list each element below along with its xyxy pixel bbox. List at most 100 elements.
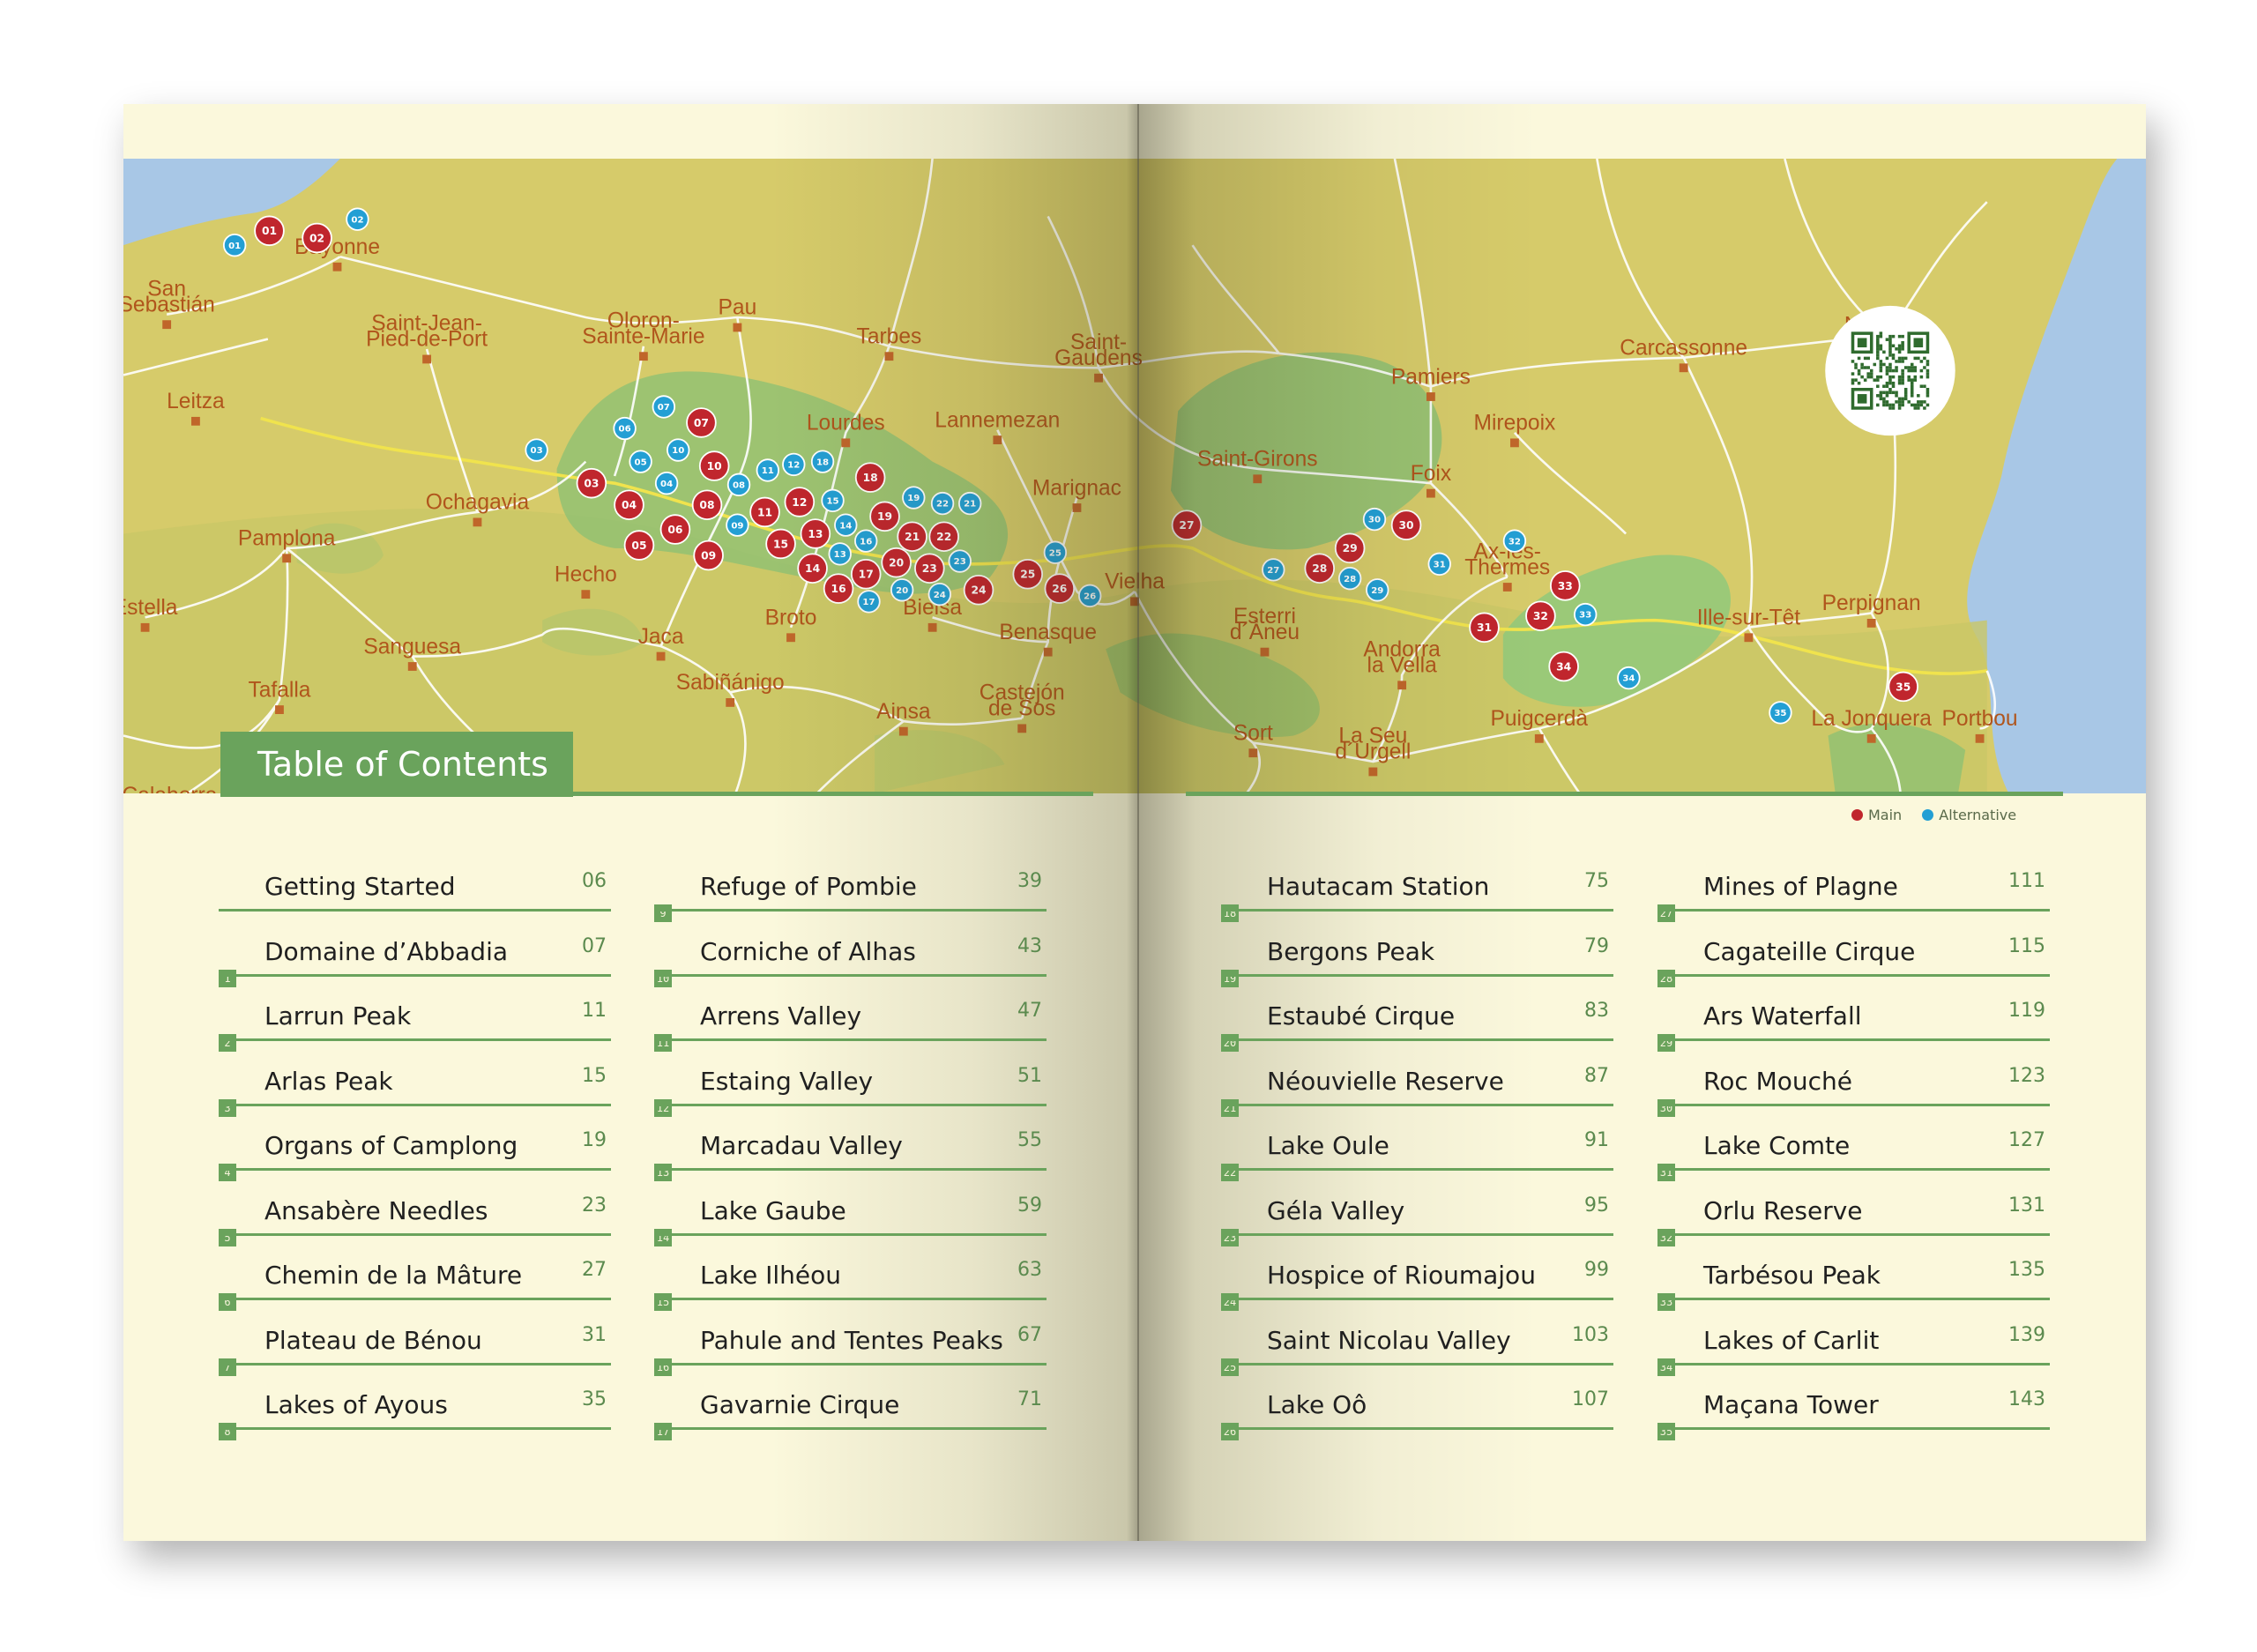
alternative-marker[interactable]: 35 bbox=[1769, 701, 1792, 725]
toc-entry[interactable]: 21 Néouvielle Reserve 87 bbox=[1221, 1061, 1613, 1127]
main-marker[interactable]: 20 bbox=[881, 547, 912, 578]
alternative-marker[interactable]: 33 bbox=[1574, 602, 1598, 627]
toc-entry[interactable]: 17 Gavarnie Cirque 71 bbox=[654, 1385, 1047, 1450]
main-marker[interactable]: 34 bbox=[1548, 651, 1579, 682]
alternative-marker[interactable]: 01 bbox=[222, 234, 247, 257]
alternative-marker[interactable]: 25 bbox=[1043, 540, 1068, 564]
toc-entry[interactable]: 1 Domaine d’Abbadia 07 bbox=[219, 932, 611, 997]
toc-entry[interactable]: 8 Lakes of Ayous 35 bbox=[219, 1385, 611, 1450]
main-marker[interactable]: 09 bbox=[693, 540, 724, 571]
toc-entry[interactable]: 23 Géla Valley 95 bbox=[1221, 1191, 1613, 1256]
toc-entry[interactable]: 24 Hospice of Rioumajou 99 bbox=[1221, 1255, 1613, 1321]
main-marker[interactable]: 15 bbox=[765, 528, 796, 560]
toc-entry[interactable]: 27 Mines of Plagne 111 bbox=[1657, 867, 2050, 932]
alternative-marker[interactable]: 22 bbox=[930, 491, 955, 516]
main-marker[interactable]: 28 bbox=[1304, 553, 1336, 584]
alternative-marker[interactable]: 11 bbox=[756, 458, 779, 482]
main-marker[interactable]: 23 bbox=[914, 553, 945, 584]
main-marker[interactable]: 25 bbox=[1012, 559, 1044, 590]
alternative-marker[interactable]: 19 bbox=[902, 486, 926, 510]
toc-entry[interactable]: 26 Lake Oô 107 bbox=[1221, 1385, 1613, 1450]
alternative-marker[interactable]: 06 bbox=[613, 416, 637, 441]
toc-entry[interactable]: Getting Started 06 bbox=[219, 867, 611, 932]
alternative-marker[interactable]: 13 bbox=[828, 542, 852, 566]
main-marker[interactable]: 30 bbox=[1390, 510, 1422, 540]
alternative-marker[interactable]: 03 bbox=[525, 438, 548, 462]
toc-entry[interactable]: 30 Roc Mouché 123 bbox=[1657, 1061, 2050, 1127]
main-marker[interactable]: 35 bbox=[1888, 671, 1919, 703]
alternative-marker[interactable]: 17 bbox=[857, 590, 881, 614]
toc-entry[interactable]: 29 Ars Waterfall 119 bbox=[1657, 996, 2050, 1061]
main-marker[interactable]: 33 bbox=[1550, 570, 1581, 601]
alternative-marker[interactable]: 24 bbox=[927, 583, 951, 606]
alternative-marker[interactable]: 07 bbox=[652, 395, 676, 419]
alternative-marker[interactable]: 23 bbox=[948, 549, 972, 573]
alternative-marker[interactable]: 15 bbox=[821, 488, 845, 512]
main-marker[interactable]: 26 bbox=[1044, 573, 1076, 604]
toc-entry[interactable]: 25 Saint Nicolau Valley 103 bbox=[1221, 1321, 1613, 1386]
toc-entry[interactable]: 14 Lake Gaube 59 bbox=[654, 1191, 1047, 1256]
main-marker[interactable]: 24 bbox=[963, 575, 994, 606]
alternative-marker[interactable]: 28 bbox=[1337, 567, 1362, 591]
alternative-marker[interactable]: 29 bbox=[1366, 578, 1389, 602]
main-marker[interactable]: 06 bbox=[659, 514, 691, 545]
alternative-marker[interactable]: 18 bbox=[810, 450, 835, 473]
alternative-marker[interactable]: 34 bbox=[1617, 666, 1641, 690]
main-marker[interactable]: 07 bbox=[686, 407, 717, 438]
main-marker[interactable]: 32 bbox=[1525, 600, 1556, 631]
toc-entry[interactable]: 28 Cagateille Cirque 115 bbox=[1657, 932, 2050, 997]
main-marker[interactable]: 18 bbox=[854, 462, 886, 493]
alternative-marker[interactable]: 04 bbox=[654, 472, 679, 495]
toc-entry[interactable]: 33 Tarbésou Peak 135 bbox=[1657, 1255, 2050, 1321]
toc-entry[interactable]: 35 Maçana Tower 143 bbox=[1657, 1385, 2050, 1450]
toc-entry[interactable]: 16 Pahule and Tentes Peaks 67 bbox=[654, 1321, 1047, 1386]
main-marker[interactable]: 01 bbox=[254, 215, 285, 247]
main-marker[interactable]: 27 bbox=[1171, 510, 1203, 540]
alternative-marker[interactable]: 32 bbox=[1502, 529, 1527, 553]
main-marker[interactable]: 14 bbox=[797, 553, 828, 584]
toc-entry[interactable]: 11 Arrens Valley 47 bbox=[654, 996, 1047, 1061]
alternative-marker[interactable]: 26 bbox=[1078, 584, 1102, 607]
alternative-marker[interactable]: 09 bbox=[726, 513, 749, 537]
alternative-marker[interactable]: 14 bbox=[834, 513, 858, 537]
main-marker[interactable]: 03 bbox=[576, 467, 607, 499]
main-marker[interactable]: 05 bbox=[623, 530, 655, 561]
toc-entry[interactable]: 5 Ansabère Needles 23 bbox=[219, 1191, 611, 1256]
main-marker[interactable]: 08 bbox=[691, 489, 723, 520]
toc-entry[interactable]: 20 Estaubé Cirque 83 bbox=[1221, 996, 1613, 1061]
main-marker[interactable]: 13 bbox=[800, 518, 831, 549]
toc-entry[interactable]: 2 Larrun Peak 11 bbox=[219, 996, 611, 1061]
main-marker[interactable]: 29 bbox=[1334, 532, 1366, 564]
alternative-marker[interactable]: 08 bbox=[726, 473, 751, 496]
toc-entry[interactable]: 31 Lake Comte 127 bbox=[1657, 1126, 2050, 1191]
main-marker[interactable]: 04 bbox=[614, 489, 644, 520]
toc-entry[interactable]: 13 Marcadau Valley 55 bbox=[654, 1126, 1047, 1191]
toc-entry[interactable]: 4 Organs of Camplong 19 bbox=[219, 1126, 611, 1191]
qr-code-icon[interactable] bbox=[1825, 305, 1955, 436]
main-marker[interactable]: 12 bbox=[784, 487, 816, 517]
alternative-marker[interactable]: 31 bbox=[1427, 552, 1451, 576]
alternative-marker[interactable]: 16 bbox=[854, 529, 878, 553]
main-marker[interactable]: 17 bbox=[850, 559, 882, 590]
main-marker[interactable]: 31 bbox=[1469, 612, 1500, 644]
toc-entry[interactable]: 34 Lakes of Carlit 139 bbox=[1657, 1321, 2050, 1386]
main-marker[interactable]: 19 bbox=[869, 501, 900, 532]
main-marker[interactable]: 11 bbox=[749, 496, 780, 528]
toc-entry[interactable]: 9 Refuge of Pombie 39 bbox=[654, 867, 1047, 932]
alternative-marker[interactable]: 02 bbox=[346, 207, 369, 231]
main-marker[interactable]: 10 bbox=[698, 450, 730, 481]
toc-entry[interactable]: 15 Lake Ilhéou 63 bbox=[654, 1255, 1047, 1321]
main-marker[interactable]: 21 bbox=[897, 521, 927, 552]
alternative-marker[interactable]: 10 bbox=[667, 438, 690, 462]
toc-entry[interactable]: 10 Corniche of Alhas 43 bbox=[654, 932, 1047, 997]
alternative-marker[interactable]: 05 bbox=[629, 450, 652, 473]
toc-entry[interactable]: 12 Estaing Valley 51 bbox=[654, 1061, 1047, 1127]
alternative-marker[interactable]: 20 bbox=[890, 578, 914, 602]
alternative-marker[interactable]: 27 bbox=[1262, 558, 1285, 582]
toc-entry[interactable]: 7 Plateau de Bénou 31 bbox=[219, 1321, 611, 1386]
alternative-marker[interactable]: 12 bbox=[782, 452, 806, 477]
toc-entry[interactable]: 3 Arlas Peak 15 bbox=[219, 1061, 611, 1127]
toc-entry[interactable]: 22 Lake Oule 91 bbox=[1221, 1126, 1613, 1191]
alternative-marker[interactable]: 30 bbox=[1362, 507, 1387, 532]
main-marker[interactable]: 22 bbox=[928, 521, 959, 552]
